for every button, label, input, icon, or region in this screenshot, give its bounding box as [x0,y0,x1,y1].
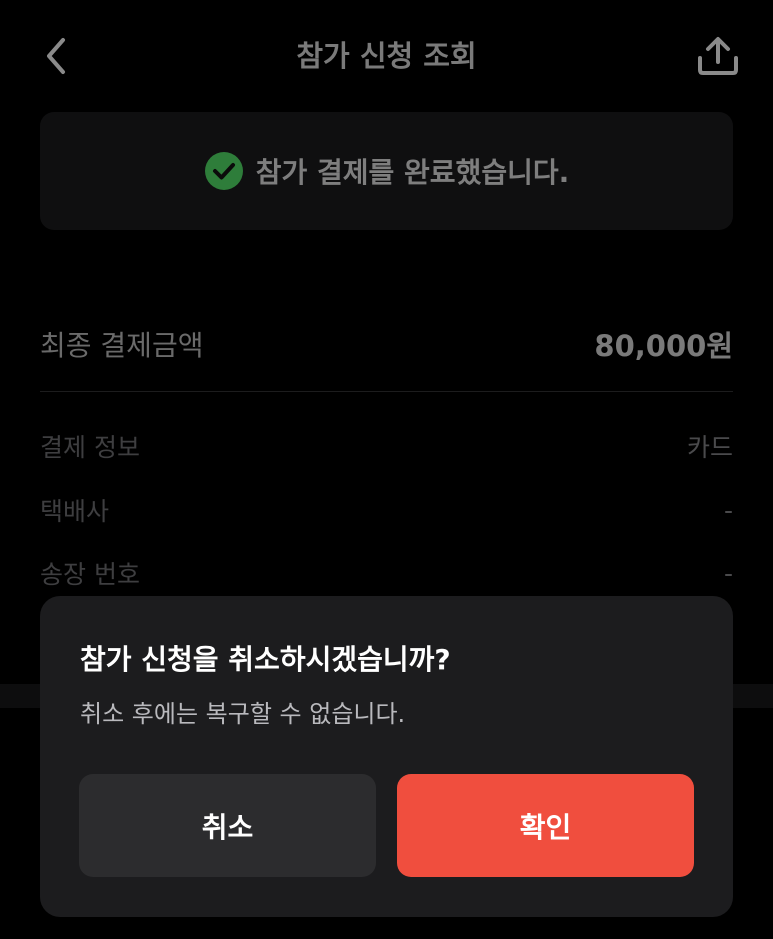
dialog-title: 참가 신청을 취소하시겠습니까? [80,643,451,676]
courier-label: 택배사 [40,497,110,526]
payment-info-label: 결제 정보 [40,433,140,462]
tracking-number-row: 송장 번호 - [40,553,733,593]
confirm-button[interactable]: 확인 [397,774,694,877]
cancel-confirm-dialog: 참가 신청을 취소하시겠습니까? 취소 후에는 복구할 수 없습니다. 취소 확… [40,596,733,917]
banner-content: 참가 결제를 완료했습니다. [204,151,570,191]
payment-complete-banner: 참가 결제를 완료했습니다. [40,112,733,230]
cancel-button[interactable]: 취소 [79,774,376,877]
share-upload-icon [698,37,738,75]
banner-text: 참가 결제를 완료했습니다. [255,156,570,189]
dialog-message: 취소 후에는 복구할 수 없습니다. [80,700,406,728]
payment-info-value: 카드 [686,433,733,462]
total-amount-label: 최종 결제금액 [40,329,204,362]
share-button[interactable] [694,34,742,78]
tracking-number-value: - [723,558,733,588]
payment-info-row: 결제 정보 카드 [40,426,733,466]
courier-value: - [723,495,733,525]
total-amount-value: 80,000원 [594,329,733,363]
check-circle-icon [204,152,243,190]
divider [40,391,733,392]
tracking-number-label: 송장 번호 [40,560,140,589]
app-header: 참가 신청 조회 [0,0,773,112]
page-title: 참가 신청 조회 [296,39,477,73]
total-amount-row: 최종 결제금액 80,000원 [40,320,733,368]
courier-row: 택배사 - [40,490,733,530]
